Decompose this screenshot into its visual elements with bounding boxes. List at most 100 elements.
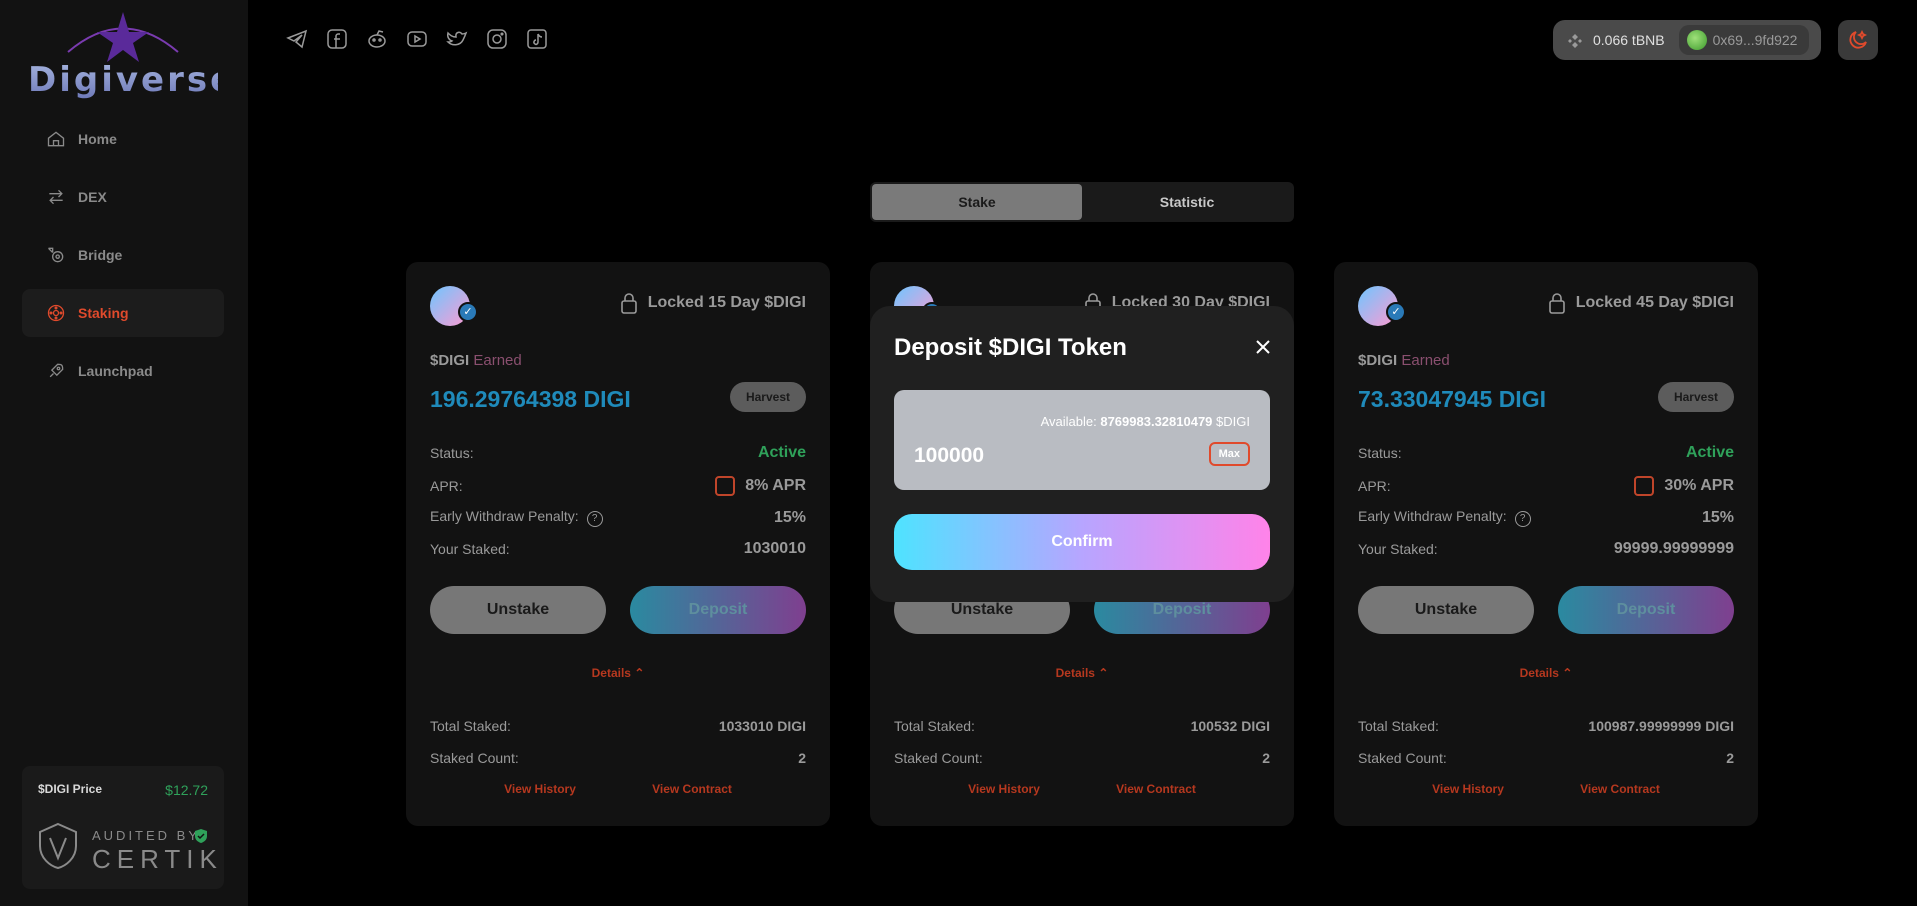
total-staked-row: Total Staked: 1033010 DIGI [430,718,806,734]
price-label: $DIGI Price [38,782,103,796]
home-icon [47,131,65,147]
unstake-button[interactable]: Unstake [430,586,606,634]
stake-tabs: Stake Statistic [870,182,1294,222]
address-pill[interactable]: 0x69...9fd922 [1678,25,1810,55]
available-unit: $DIGI [1216,414,1250,429]
earned-label: $DIGI Earned [1358,352,1450,369]
wallet-bar[interactable]: 0.066 tBNB 0x69...9fd922 [1553,20,1821,60]
wallet-avatar [1686,30,1707,50]
close-icon[interactable] [1254,338,1272,356]
details-toggle[interactable]: Details ⌃ [870,666,1294,680]
count-value: 2 [798,750,806,766]
facebook-icon[interactable] [326,28,348,50]
earned-suffix: Earned [1401,352,1450,369]
view-contract-link[interactable]: View Contract [652,782,732,796]
apr-value: 8% APR [745,477,806,494]
count-value: 2 [1726,750,1734,766]
reddit-icon[interactable] [366,28,388,50]
staked-value: 99999.99999999 [1613,540,1734,557]
stake-card-45-day: ✓ Locked 45 Day $DIGI $DIGI Earned 73.33… [1334,262,1758,826]
details-label: Details [591,666,631,680]
moon-icon [1849,29,1868,49]
max-button[interactable]: Max [1208,442,1250,466]
lock-icon [620,293,637,314]
certik-shield-icon [39,822,77,870]
twitter-icon[interactable] [446,28,468,50]
social-links [286,28,566,50]
sidebar-item-staking[interactable]: Staking [22,289,224,337]
instagram-icon[interactable] [486,28,508,50]
apr-row: APR: 30% APR [1358,476,1734,496]
count-label: Staked Count: [894,750,983,766]
view-contract-link[interactable]: View Contract [1116,782,1196,796]
view-history-link[interactable]: View History [968,782,1040,796]
bridge-icon [48,247,64,263]
theme-toggle-button[interactable] [1838,20,1878,60]
help-icon[interactable]: ? [1514,511,1531,527]
tab-statistic[interactable]: Statistic [1082,184,1292,220]
view-contract-link[interactable]: View Contract [1580,782,1660,796]
telegram-icon[interactable] [286,28,308,50]
verified-check-icon: ✓ [1386,302,1406,322]
status-row: Status: Active [430,444,806,462]
tiktok-icon[interactable] [526,28,548,50]
card-title-text: Locked 45 Day $DIGI [1575,294,1734,311]
card-title: Locked 45 Day $DIGI [1548,292,1734,314]
youtube-icon[interactable] [406,28,428,50]
deposit-button[interactable]: Deposit [630,586,806,634]
details-label: Details [1519,666,1559,680]
digiverse-logo[interactable]: Digiverse [28,10,237,105]
view-history-link[interactable]: View History [504,782,576,796]
view-history-link[interactable]: View History [1432,782,1504,796]
staked-count-row: Staked Count: 2 [1358,750,1734,766]
status-value: Active [1685,444,1734,461]
staked-row: Your Staked: 1030010 [430,540,806,558]
penalty-label: Early Withdraw Penalty: [430,508,579,524]
earned-prefix: $DIGI [430,352,470,369]
help-icon[interactable]: ? [586,511,603,527]
staked-value: 1030010 [743,540,806,557]
sidebar-item-dex[interactable]: DEX [22,173,224,221]
deposit-button[interactable]: Deposit [1558,586,1734,634]
status-label: Status: [430,445,474,461]
sidebar-item-label: Home [78,131,117,147]
card-links: View History View Contract [1334,782,1758,796]
penalty-value: 15% [1701,508,1734,526]
sidebar-item-launchpad[interactable]: Launchpad [22,347,224,395]
price-box: $DIGI Price $12.72 AUDITED BY CERTIK [22,766,224,889]
deposit-amount-panel: Available: 8769983.32810479 $DIGI 100000… [894,390,1270,490]
amount-input[interactable]: 100000 [914,444,984,468]
harvest-button[interactable]: Harvest [729,382,806,412]
certik-audit-badge[interactable]: AUDITED BY CERTIK [36,822,217,874]
verified-check-icon: ✓ [458,302,478,322]
total-value: 100987.99999999 DIGI [1588,718,1734,734]
sidebar-item-home[interactable]: Home [22,115,224,163]
balance-text: 0.066 tBNB [1593,32,1665,48]
chevron-up-icon: ⌃ [1098,666,1109,680]
sidebar-item-label: Staking [78,305,129,321]
details-toggle[interactable]: Details ⌃ [1334,666,1758,680]
calculator-icon[interactable] [1634,476,1655,496]
earned-value: 73.33047945 DIGI [1358,386,1546,412]
swap-icon [49,189,63,205]
certik-text: CERTIK [92,844,223,874]
available-value: 8769983.32810479 [1100,414,1213,429]
status-value: Active [757,444,806,461]
lock-icon [1548,293,1565,314]
penalty-value: 15% [773,508,806,526]
staked-count-row: Staked Count: 2 [430,750,806,766]
staked-label: Your Staked: [430,541,510,557]
harvest-button[interactable]: Harvest [1657,382,1734,412]
calculator-icon[interactable] [715,476,736,496]
logo-text: Digiverse [28,60,237,100]
apr-label: APR: [1358,478,1391,494]
unstake-button[interactable]: Unstake [1358,586,1534,634]
details-toggle[interactable]: Details ⌃ [406,666,830,680]
tab-stake[interactable]: Stake [872,184,1082,220]
address-text: 0x69...9fd922 [1712,32,1798,48]
earned-prefix: $DIGI [1358,352,1398,369]
token-avatar: ✓ [430,286,478,326]
sidebar-item-bridge[interactable]: Bridge [22,231,224,279]
confirm-button[interactable]: Confirm [894,514,1270,570]
sidebar-item-label: Launchpad [78,363,153,379]
